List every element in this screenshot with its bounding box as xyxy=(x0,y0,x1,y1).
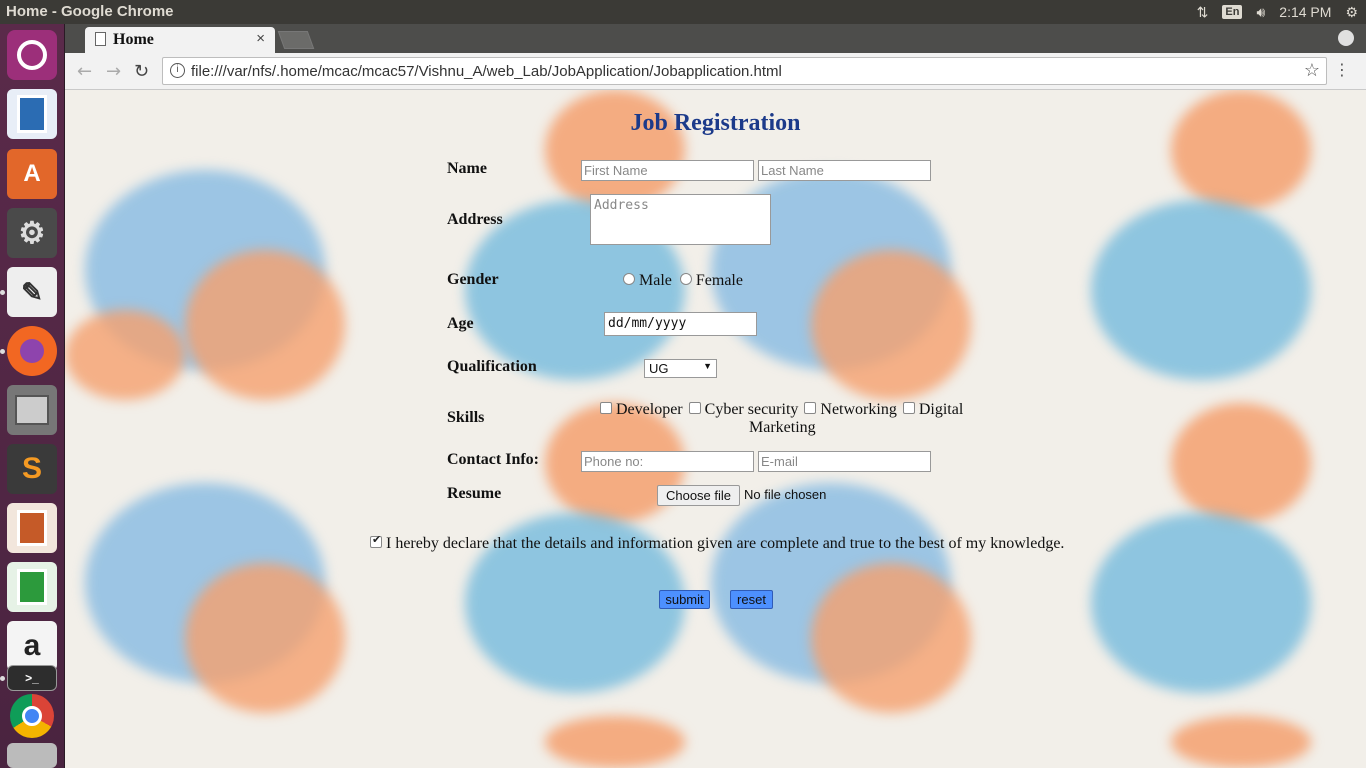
profile-icon[interactable] xyxy=(1338,30,1354,46)
age-label: Age xyxy=(447,315,474,332)
cyber-security-label: Cyber security xyxy=(704,401,799,418)
qualification-value: UG xyxy=(649,361,669,376)
job-registration-form: Job Registration Name First Name Last Na… xyxy=(65,90,1366,768)
declaration-checkbox[interactable]: ✔ xyxy=(370,534,382,548)
networking-checkbox[interactable] xyxy=(804,402,817,414)
reset-button[interactable]: reset xyxy=(730,590,773,609)
settings-icon[interactable]: ⚙ xyxy=(7,208,57,258)
back-arrow-icon[interactable]: ← xyxy=(77,61,92,82)
qualification-label: Qualification xyxy=(447,358,537,375)
skills-group: Developer Cyber security Networking Digi… xyxy=(600,401,980,436)
system-top-bar: Home - Google Chrome ⇅ En 🔊︎ 2:14 PM ⚙ xyxy=(0,0,1366,24)
network-icon[interactable]: ⇅ xyxy=(1197,4,1209,21)
calc-icon[interactable] xyxy=(7,562,57,612)
tab-title: Home xyxy=(113,31,154,48)
skills-label: Skills xyxy=(447,409,485,426)
resume-label: Resume xyxy=(447,485,502,502)
window-title: Home - Google Chrome xyxy=(6,3,174,20)
address-label: Address xyxy=(447,211,503,228)
software-center-icon[interactable]: A xyxy=(7,149,57,199)
firefox-icon[interactable] xyxy=(7,326,57,376)
email-field[interactable]: E-mail xyxy=(758,451,931,472)
system-tray: ⇅ En 🔊︎ 2:14 PM ⚙ xyxy=(1197,0,1366,24)
tab-home[interactable]: Home × xyxy=(85,27,275,53)
text-editor-icon[interactable]: ✎ xyxy=(7,267,57,317)
submit-button[interactable]: submit xyxy=(659,590,710,609)
gender-label: Gender xyxy=(447,271,499,288)
volume-icon[interactable]: 🔊︎ xyxy=(1256,4,1265,21)
male-label: Male xyxy=(639,272,672,289)
running-indicator xyxy=(0,290,5,295)
files-icon[interactable] xyxy=(7,385,57,435)
tab-strip: Home × xyxy=(65,24,1366,53)
declaration-text: I hereby declare that the details and in… xyxy=(386,535,1065,552)
male-radio[interactable] xyxy=(623,273,635,285)
digital-marketing-checkbox[interactable] xyxy=(902,402,915,414)
info-icon[interactable]: i xyxy=(170,63,185,78)
female-label: Female xyxy=(695,272,743,289)
file-status: No file chosen xyxy=(744,487,827,502)
clock[interactable]: 2:14 PM xyxy=(1279,4,1331,20)
browser-chrome: Home × ← → ↻ i file:///var/nfs/.home/mca… xyxy=(65,24,1366,90)
reload-icon[interactable]: ↻ xyxy=(134,61,149,82)
running-indicator xyxy=(0,349,5,354)
networking-label: Networking xyxy=(820,401,897,418)
gear-icon[interactable]: ⚙ xyxy=(1345,4,1358,21)
chrome-icon[interactable] xyxy=(7,691,57,741)
new-tab-button[interactable] xyxy=(277,31,315,49)
amazon-icon[interactable]: a xyxy=(7,621,57,671)
keyboard-layout-indicator[interactable]: En xyxy=(1222,5,1243,19)
cyber-security-checkbox[interactable] xyxy=(688,402,701,414)
page-viewport: Job Registration Name First Name Last Na… xyxy=(65,90,1366,768)
qualification-select[interactable]: UG ▼ xyxy=(644,359,717,378)
developer-checkbox[interactable] xyxy=(600,402,612,414)
document-icon xyxy=(95,32,106,46)
phone-field[interactable]: Phone no: xyxy=(581,451,754,472)
developer-label: Developer xyxy=(616,401,683,418)
marketing-label: Marketing xyxy=(749,419,816,436)
female-radio[interactable] xyxy=(679,273,692,285)
declaration-row: ✔ I hereby declare that the details and … xyxy=(370,534,1065,553)
running-indicator xyxy=(0,676,5,681)
close-icon[interactable]: × xyxy=(256,30,265,47)
last-name-field[interactable]: Last Name xyxy=(758,160,931,181)
choose-file-button[interactable]: Choose file xyxy=(657,485,740,506)
bookmark-star-icon[interactable]: ☆ xyxy=(1304,60,1320,81)
writer-icon[interactable] xyxy=(7,89,57,139)
date-of-birth-field[interactable]: dd/mm/yyyy xyxy=(604,312,757,336)
forward-arrow-icon[interactable]: → xyxy=(106,61,121,82)
gender-group: Male Female xyxy=(623,272,743,290)
first-name-field[interactable]: First Name xyxy=(581,160,754,181)
address-bar[interactable]: i file:///var/nfs/.home/mcac/mcac57/Vish… xyxy=(162,57,1327,85)
url-text: file:///var/nfs/.home/mcac/mcac57/Vishnu… xyxy=(191,63,782,80)
digital-label: Digital xyxy=(918,401,964,418)
chevron-down-icon: ▼ xyxy=(703,361,712,371)
name-label: Name xyxy=(447,160,487,177)
terminal-icon[interactable]: >_ xyxy=(7,665,57,691)
drive-icon[interactable] xyxy=(7,743,57,768)
form-title: Job Registration xyxy=(630,110,801,136)
sublime-icon[interactable]: S xyxy=(7,444,57,494)
browser-toolbar: ← → ↻ i file:///var/nfs/.home/mcac/mcac5… xyxy=(65,53,1366,90)
address-field[interactable]: Address xyxy=(590,194,771,245)
launcher: A ⚙ ✎ S a >_ xyxy=(0,24,65,768)
impress-icon[interactable] xyxy=(7,503,57,553)
contact-info-label: Contact Info: xyxy=(447,451,539,468)
menu-icon[interactable]: ⋮ xyxy=(1334,60,1350,79)
ubuntu-icon[interactable] xyxy=(7,30,57,80)
